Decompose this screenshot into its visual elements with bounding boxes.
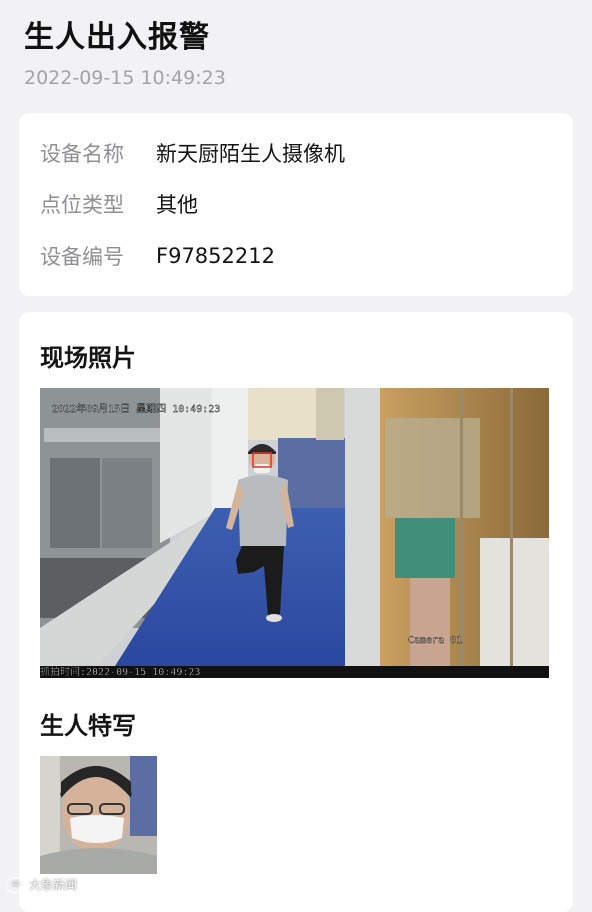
alert-header: 生人出入报警 2022-09-15 10:49:23 [24,18,564,89]
point-type-row: 点位类型 其他 [40,189,198,219]
device-name-label: 设备名称 [40,142,124,166]
capture-time-caption: 抓拍时间:2022-09-15 10:49:23 [40,665,200,678]
scene-photo[interactable]: 2022年09月15日 星期四 10:49:23 Camera 01 抓拍时间:… [40,388,549,678]
face-closeup-title: 生人特写 [40,712,136,740]
device-info-card: 设备名称 新天厨陌生人摄像机 点位类型 其他 设备编号 F97852212 [19,113,573,296]
device-name-value: 新天厨陌生人摄像机 [156,142,345,166]
photo-card: 现场照片 2022年09月15日 星期四 10:49:23 Camera 01 … [19,312,573,912]
page-title: 生人出入报警 [24,20,210,55]
osd-datetime: 2022年09月15日 星期四 10:49:23 [52,402,220,415]
face-closeup-image [40,756,157,874]
face-closeup-photo[interactable] [40,756,157,874]
camera-label: Camera 01 [408,635,462,646]
device-name-row: 设备名称 新天厨陌生人摄像机 [40,138,345,168]
device-id-label: 设备编号 [40,245,124,269]
source-watermark: ✉ 大象新闻 [6,876,77,893]
alert-timestamp: 2022-09-15 10:49:23 [24,67,226,89]
point-type-label: 点位类型 [40,193,124,217]
device-id-row: 设备编号 F97852212 [40,241,275,271]
watermark-logo-icon: ✉ [6,876,26,893]
device-id-value: F97852212 [156,244,275,268]
scene-photo-title: 现场照片 [40,344,136,372]
watermark-text: 大象新闻 [29,878,78,892]
point-type-value: 其他 [156,193,198,217]
scene-osd-layer: 2022年09月15日 星期四 10:49:23 Camera 01 抓拍时间:… [40,402,462,678]
